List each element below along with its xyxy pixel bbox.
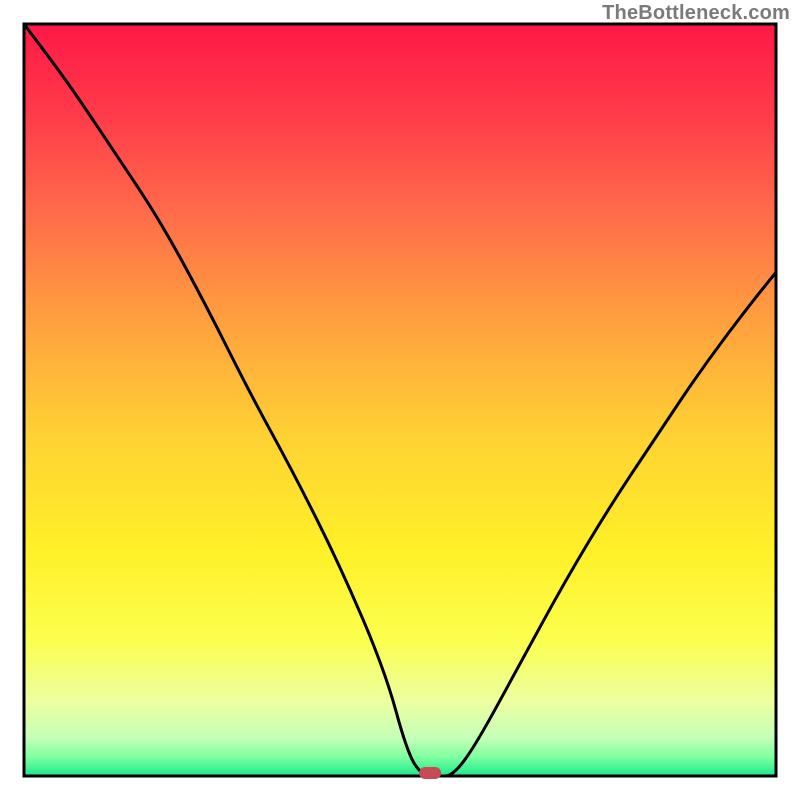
chart-container: TheBottleneck.com	[0, 0, 800, 800]
bottleneck-chart	[0, 0, 800, 800]
plot-background	[24, 24, 776, 776]
optimal-marker	[419, 767, 441, 779]
watermark-text: TheBottleneck.com	[602, 2, 790, 25]
